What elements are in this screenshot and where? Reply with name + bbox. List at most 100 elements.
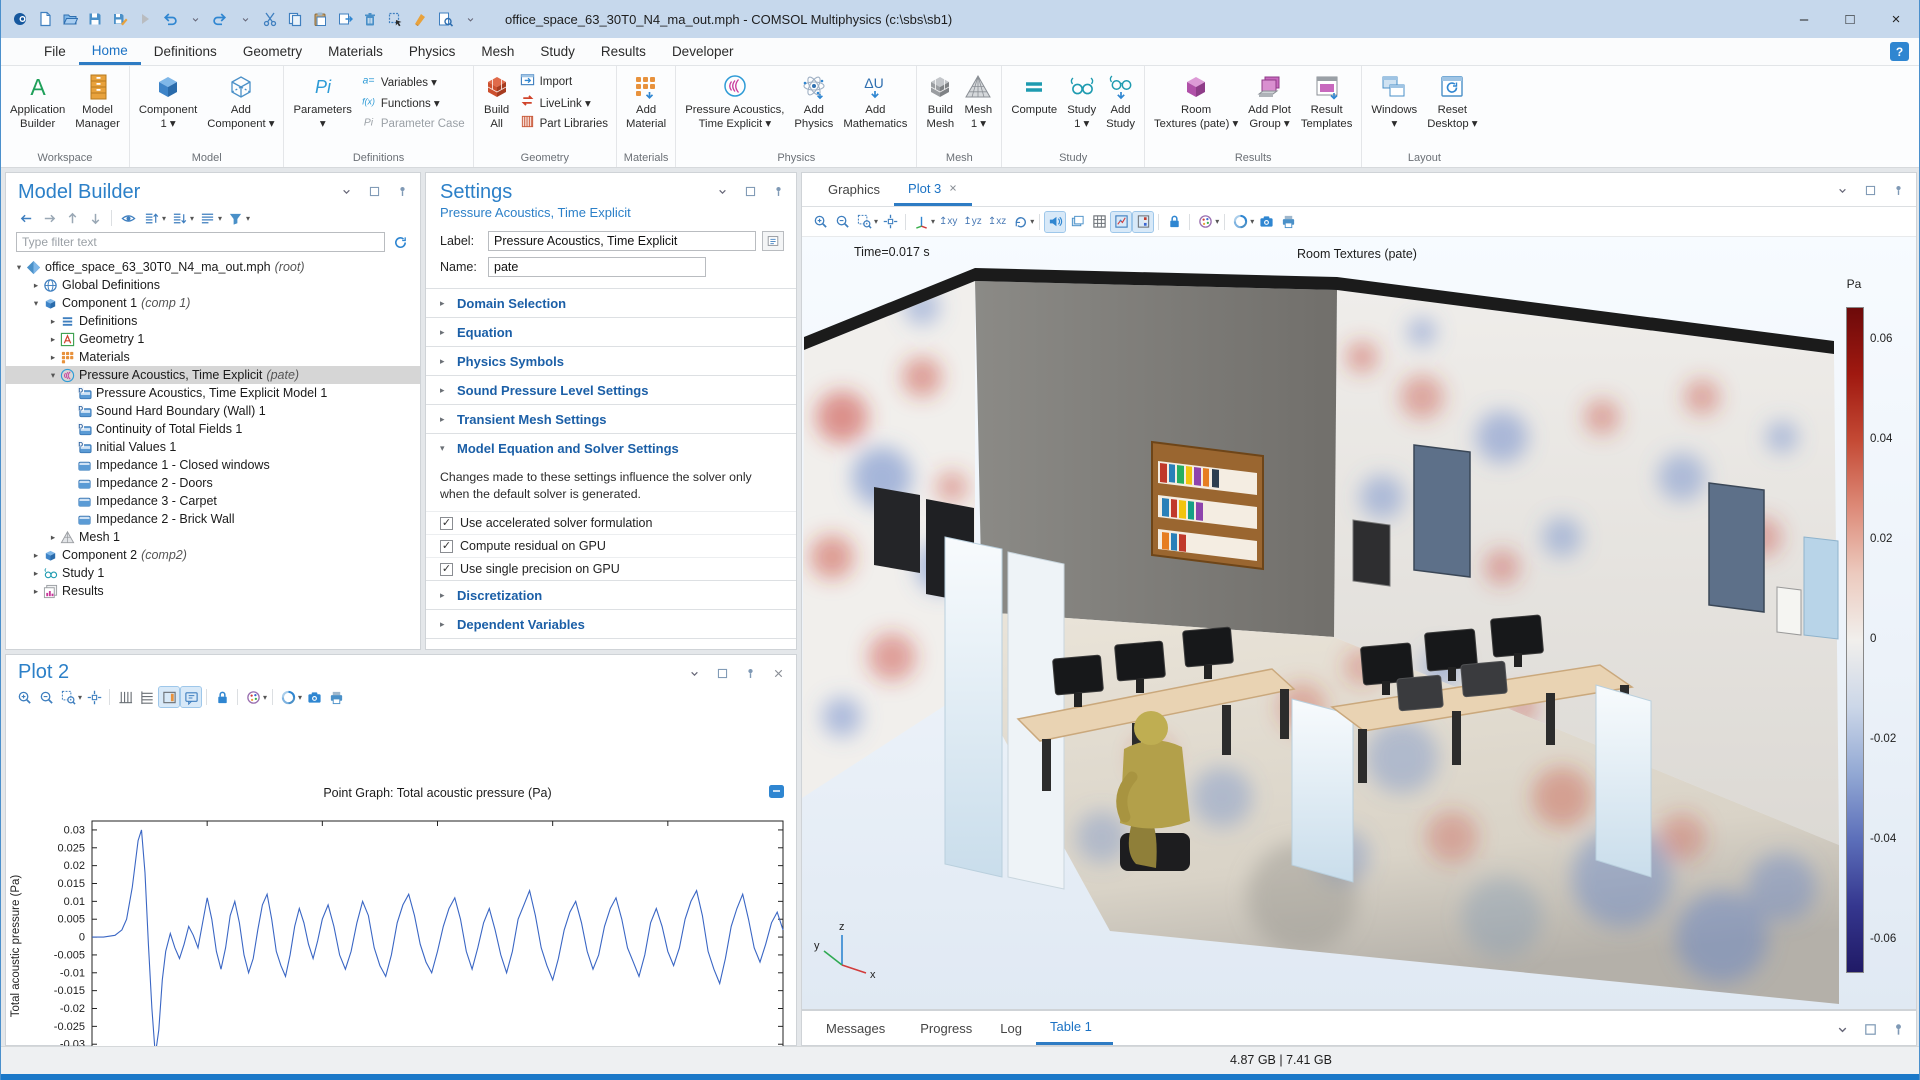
variables-button[interactable]: a= Variables ▾ bbox=[361, 73, 465, 91]
add-study-button[interactable]: Add Study bbox=[1101, 70, 1140, 133]
add-material-button[interactable]: Add Material bbox=[621, 70, 671, 133]
name-input[interactable] bbox=[488, 257, 706, 277]
tree-item-continuity-of-total-fields-1[interactable]: D Continuity of Total Fields 1 bbox=[6, 420, 420, 438]
application-builder-button[interactable]: A Application Builder bbox=[5, 70, 70, 133]
room-textures-button[interactable]: Room Textures (pate) ▾ bbox=[1149, 70, 1243, 133]
panel-pin-icon[interactable] bbox=[740, 663, 760, 683]
section-equation[interactable]: ▸ Equation bbox=[426, 317, 796, 346]
x-grid-icon[interactable] bbox=[115, 687, 135, 707]
expand-all-icon[interactable] bbox=[169, 208, 189, 228]
back-icon[interactable] bbox=[16, 208, 36, 228]
section-dependent-variables[interactable]: ▸ Dependent Variables bbox=[426, 609, 796, 638]
tree-item-impedance-1-closed-windows[interactable]: Impedance 1 - Closed windows bbox=[6, 456, 420, 474]
tree-expander-icon[interactable]: ▸ bbox=[46, 532, 60, 543]
menu-file[interactable]: File bbox=[31, 38, 79, 65]
redo-dropdown-icon[interactable] bbox=[236, 10, 254, 28]
tab-progress[interactable]: Progress bbox=[906, 1011, 986, 1045]
parameters-button[interactable]: Pi Parameters ▾ bbox=[288, 70, 356, 133]
show-icon[interactable] bbox=[118, 208, 138, 228]
zoom-box-icon[interactable] bbox=[58, 687, 78, 707]
menu-geometry[interactable]: Geometry bbox=[230, 38, 315, 65]
redo-icon[interactable] bbox=[211, 10, 229, 28]
panel-menu-icon[interactable] bbox=[336, 181, 356, 201]
section-physics-symbols[interactable]: ▸ Physics Symbols bbox=[426, 346, 796, 375]
menu-mesh[interactable]: Mesh bbox=[468, 38, 527, 65]
zoom-extents-icon[interactable] bbox=[880, 212, 900, 232]
menu-results[interactable]: Results bbox=[588, 38, 659, 65]
tree-item-impedance-2-brick-wall[interactable]: Impedance 2 - Brick Wall bbox=[6, 510, 420, 528]
window-settings-icon[interactable] bbox=[158, 686, 181, 708]
zoom-out-icon[interactable] bbox=[832, 212, 852, 232]
panel-maximize-icon[interactable] bbox=[1860, 1019, 1880, 1039]
menu-physics[interactable]: Physics bbox=[396, 38, 469, 65]
filter-icon[interactable] bbox=[225, 208, 245, 228]
label-input[interactable] bbox=[488, 231, 756, 251]
pressure-acoustics-button[interactable]: Pressure Acoustics, Time Explicit ▾ bbox=[680, 70, 789, 133]
checkbox-use-single-precision-on-gpu[interactable]: ✓ Use single precision on GPU bbox=[426, 557, 796, 580]
checkbox-compute-residual-on-gpu[interactable]: ✓ Compute residual on GPU bbox=[426, 534, 796, 557]
duplicate-icon[interactable] bbox=[336, 10, 354, 28]
snapshot-icon[interactable] bbox=[304, 687, 324, 707]
zoom-box-icon[interactable] bbox=[854, 212, 874, 232]
print-icon[interactable] bbox=[1278, 212, 1298, 232]
tree-expander-icon[interactable]: ▸ bbox=[46, 316, 60, 327]
tab-graphics[interactable]: Graphics bbox=[814, 173, 894, 206]
refresh-icon[interactable] bbox=[390, 232, 410, 252]
close-button[interactable]: × bbox=[1873, 0, 1919, 38]
add-plot-group-button[interactable]: Add Plot Group ▾ bbox=[1243, 70, 1296, 133]
tree-item-mesh-1[interactable]: ▸ Mesh 1 bbox=[6, 528, 420, 546]
collapse-all-icon[interactable] bbox=[141, 208, 161, 228]
tree-expander-icon[interactable]: ▾ bbox=[29, 298, 43, 309]
zoom-out-icon[interactable] bbox=[36, 687, 56, 707]
menu-definitions[interactable]: Definitions bbox=[141, 38, 230, 65]
tree-expander-icon[interactable]: ▾ bbox=[46, 370, 60, 381]
view-xz-button[interactable]: ↥xz bbox=[986, 216, 1008, 227]
tab-messages[interactable]: Messages bbox=[812, 1011, 906, 1046]
model-tree-node-text-icon[interactable] bbox=[197, 208, 217, 228]
save-as-icon[interactable] bbox=[111, 10, 129, 28]
windows-button[interactable]: Windows ▾ bbox=[1366, 70, 1422, 133]
tree-item-geometry-1[interactable]: ▸ Geometry 1 bbox=[6, 330, 420, 348]
animate-icon[interactable] bbox=[278, 687, 298, 707]
new-file-icon[interactable] bbox=[36, 10, 54, 28]
panel-menu-icon[interactable] bbox=[1832, 1019, 1852, 1039]
section-discretization[interactable]: ▸ Discretization bbox=[426, 580, 796, 609]
tree-item-component-1[interactable]: ▾ Component 1 (comp 1) bbox=[6, 294, 420, 312]
copy-icon[interactable] bbox=[286, 10, 304, 28]
panel-maximize-icon[interactable] bbox=[712, 663, 732, 683]
result-templates-button[interactable]: Result Templates bbox=[1296, 70, 1358, 133]
tree-item-component-2[interactable]: ▸ Component 2 (comp2) bbox=[6, 546, 420, 564]
tree-expander-icon[interactable]: ▸ bbox=[29, 550, 43, 561]
checkbox-use-accelerated-solver-formulation[interactable]: ✓ Use accelerated solver formulation bbox=[426, 511, 796, 534]
move-down-icon[interactable] bbox=[85, 208, 105, 228]
forward-icon[interactable] bbox=[39, 208, 59, 228]
model-manager-button[interactable]: Model Manager bbox=[70, 70, 125, 133]
tree-expander-icon[interactable]: ▸ bbox=[46, 352, 60, 363]
import-button[interactable]: Import bbox=[520, 73, 608, 91]
build-mesh-button[interactable]: Build Mesh bbox=[921, 70, 959, 133]
add-physics-button[interactable]: Add Physics bbox=[789, 70, 838, 133]
rotate-view-icon[interactable] bbox=[1010, 212, 1030, 232]
functions-button[interactable]: f(x) Functions ▾ bbox=[361, 94, 465, 112]
paste-icon[interactable] bbox=[311, 10, 329, 28]
mesh-1-button[interactable]: Mesh 1 ▾ bbox=[959, 70, 997, 133]
open-file-icon[interactable] bbox=[61, 10, 79, 28]
compute-button[interactable]: Compute bbox=[1006, 70, 1062, 120]
menu-materials[interactable]: Materials bbox=[315, 38, 396, 65]
menu-study[interactable]: Study bbox=[527, 38, 588, 65]
tree-expander-icon[interactable]: ▸ bbox=[29, 586, 43, 597]
panel-maximize-icon[interactable] bbox=[1860, 180, 1880, 200]
panel-pin-icon[interactable] bbox=[1888, 180, 1908, 200]
color-legend-icon[interactable] bbox=[1132, 210, 1155, 233]
annotation-icon[interactable] bbox=[180, 686, 203, 708]
zoom-in-icon[interactable] bbox=[810, 212, 830, 232]
move-up-icon[interactable] bbox=[62, 208, 82, 228]
tree-item-study-1[interactable]: ▸ Study 1 bbox=[6, 564, 420, 582]
menu-home[interactable]: Home bbox=[78, 38, 141, 65]
add-component-button[interactable]: Add Component ▾ bbox=[202, 70, 279, 133]
graphics-canvas[interactable]: z x y Time=0.017 s Room Textures (pate) … bbox=[802, 237, 1916, 1009]
section-model-equation-and-solver-settings[interactable]: ▾ Model Equation and Solver Settings bbox=[426, 433, 796, 462]
panel-maximize-icon[interactable] bbox=[740, 181, 760, 201]
tree-item-global-definitions[interactable]: ▸ Global Definitions bbox=[6, 276, 420, 294]
grid-icon[interactable] bbox=[1089, 212, 1109, 232]
